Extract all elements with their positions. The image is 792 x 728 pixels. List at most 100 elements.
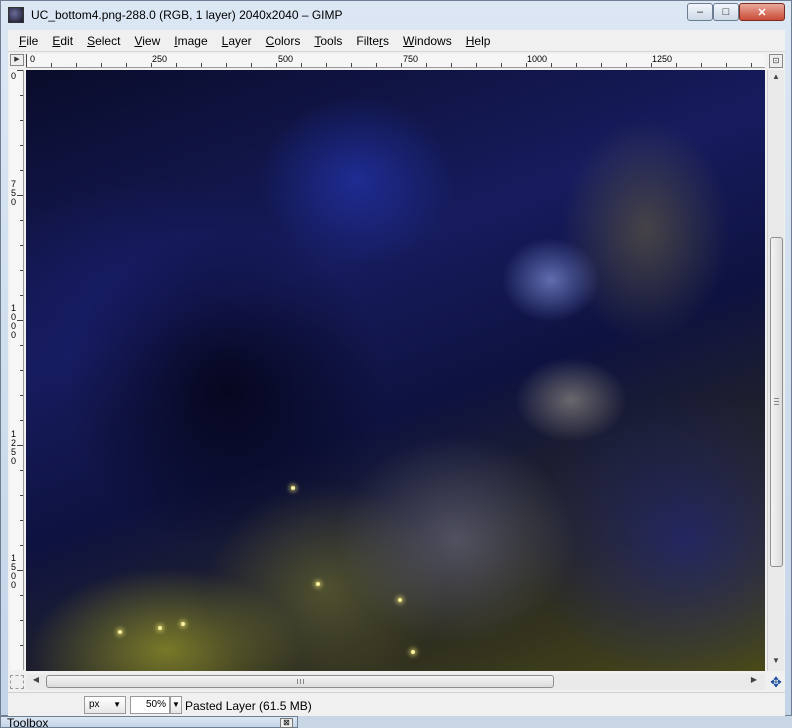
star-highlight (118, 630, 122, 634)
ruler-label: 1000 (527, 54, 548, 64)
menu-item-label: indows (414, 33, 452, 48)
layer-info-text: Pasted Layer (61.5 MB) (185, 699, 312, 713)
scroll-down-icon[interactable]: ▼ (770, 656, 782, 668)
vertical-ruler[interactable]: 0 750 1000 1250 1500 (10, 70, 24, 670)
menu-bar: File Edit Select View Image Layer Colors Tools F… (8, 30, 785, 52)
ruler-tick (20, 95, 23, 96)
image-canvas[interactable] (26, 70, 765, 671)
ruler-tick (20, 295, 23, 296)
menu-item[interactable]: Filters (349, 30, 396, 52)
menu-arrow-icon[interactable]: ▶ (10, 54, 24, 66)
ruler-tick (501, 63, 502, 67)
menu-item-label: ayer (228, 33, 252, 48)
ruler-tick (20, 370, 23, 371)
menu-item-label: dit (60, 33, 74, 48)
ruler-tick (20, 245, 23, 246)
navigate-icon[interactable]: ✥ (769, 675, 783, 689)
ruler-tick (20, 595, 23, 596)
ruler-tick (101, 63, 102, 67)
menu-item[interactable]: View (127, 30, 167, 52)
ruler-tick (20, 145, 23, 146)
ruler-tick (20, 345, 23, 346)
ruler-tick (20, 645, 23, 646)
menu-item[interactable]: File (12, 30, 45, 52)
ruler-label: 750 (11, 179, 17, 207)
ruler-tick (351, 63, 352, 67)
ruler-label: 0 (11, 71, 17, 81)
menu-item[interactable]: Windows (396, 30, 459, 52)
menu-item[interactable]: Edit (45, 30, 80, 52)
gimp-image-window: UC_bottom4.png-288.0 (RGB, 1 layer) 2040… (0, 0, 792, 716)
ruler-tick (17, 70, 23, 71)
window-title: UC_bottom4.png-288.0 (RGB, 1 layer) 2040… (31, 8, 343, 22)
ruler-tick (20, 545, 23, 546)
star-highlight (181, 622, 185, 626)
ruler-tick (226, 63, 227, 67)
minimize-button[interactable]: – (687, 3, 713, 21)
ruler-label: 0 (30, 54, 36, 64)
vertical-scrollbar[interactable]: ▲ ▼ (767, 70, 784, 671)
menu-item-label: elp (474, 33, 491, 48)
maximize-button[interactable]: □ (713, 3, 739, 21)
toolbox-close-button[interactable]: ⊠ (280, 718, 293, 728)
ruler-tick (701, 63, 702, 67)
ruler-label: 250 (152, 54, 168, 64)
ruler-tick (20, 495, 23, 496)
ruler-tick (20, 270, 23, 271)
horizontal-ruler[interactable]: 0 250 500 750 1000 1250 (26, 54, 765, 68)
menu-item[interactable]: Help (459, 30, 498, 52)
ruler-tick (601, 63, 602, 67)
menu-item[interactable]: Select (80, 30, 127, 52)
horizontal-scrollbar[interactable]: ◀ ▶ (26, 674, 765, 690)
menu-mnemonic: W (403, 33, 415, 48)
ruler-tick (201, 63, 202, 67)
ruler-tick (626, 63, 627, 67)
ruler-tick (176, 63, 177, 67)
ruler-tick (20, 420, 23, 421)
zoom-dropdown-icon[interactable]: ▼ (170, 696, 182, 714)
ruler-label: 1250 (652, 54, 673, 64)
star-highlight (316, 582, 320, 586)
zoom-icon[interactable]: ⊡ (769, 54, 783, 68)
scroll-grip-icon (774, 398, 779, 405)
ruler-tick (20, 620, 23, 621)
horizontal-scroll-row: ◀ ▶ ✥ (8, 673, 785, 691)
scroll-right-icon[interactable]: ▶ (748, 675, 760, 687)
ruler-tick (376, 63, 377, 67)
title-bar[interactable]: UC_bottom4.png-288.0 (RGB, 1 layer) 2040… (1, 1, 791, 29)
ruler-tick (726, 63, 727, 67)
unit-select[interactable]: px ▼ (84, 696, 126, 714)
ruler-label: 1500 (11, 553, 17, 590)
menu-item-label: mage (177, 33, 208, 48)
ruler-tick (17, 570, 23, 571)
star-highlight (158, 626, 162, 630)
ruler-tick (326, 63, 327, 67)
vertical-scroll-thumb[interactable] (770, 237, 783, 567)
menu-item[interactable]: Colors (259, 30, 308, 52)
ruler-tick (20, 170, 23, 171)
ruler-tick (20, 395, 23, 396)
ruler-tick (17, 195, 23, 196)
toolbox-window[interactable]: Toolbox ⊠ (0, 716, 298, 728)
gimp-app-icon[interactable] (8, 7, 24, 23)
ruler-tick (20, 120, 23, 121)
chevron-down-icon: ▼ (113, 700, 121, 709)
ruler-tick (76, 63, 77, 67)
ruler-tick (126, 63, 127, 67)
scroll-up-icon[interactable]: ▲ (770, 72, 782, 84)
menu-item[interactable]: Image (167, 30, 214, 52)
horizontal-scroll-thumb[interactable] (46, 675, 554, 688)
zoom-input[interactable]: 50% (130, 696, 170, 714)
star-highlight (291, 486, 295, 490)
quick-mask-icon[interactable] (10, 675, 24, 689)
scroll-left-icon[interactable]: ◀ (30, 675, 42, 687)
ruler-tick (20, 470, 23, 471)
menu-item[interactable]: Tools (307, 30, 349, 52)
menu-item[interactable]: Layer (215, 30, 259, 52)
ruler-tick (526, 63, 527, 67)
ruler-label: 1250 (11, 429, 17, 466)
menu-item-label: Filte (356, 33, 380, 48)
close-button[interactable]: ✕ (739, 3, 785, 21)
ruler-tick (20, 220, 23, 221)
menu-item-label: ools (320, 33, 343, 48)
